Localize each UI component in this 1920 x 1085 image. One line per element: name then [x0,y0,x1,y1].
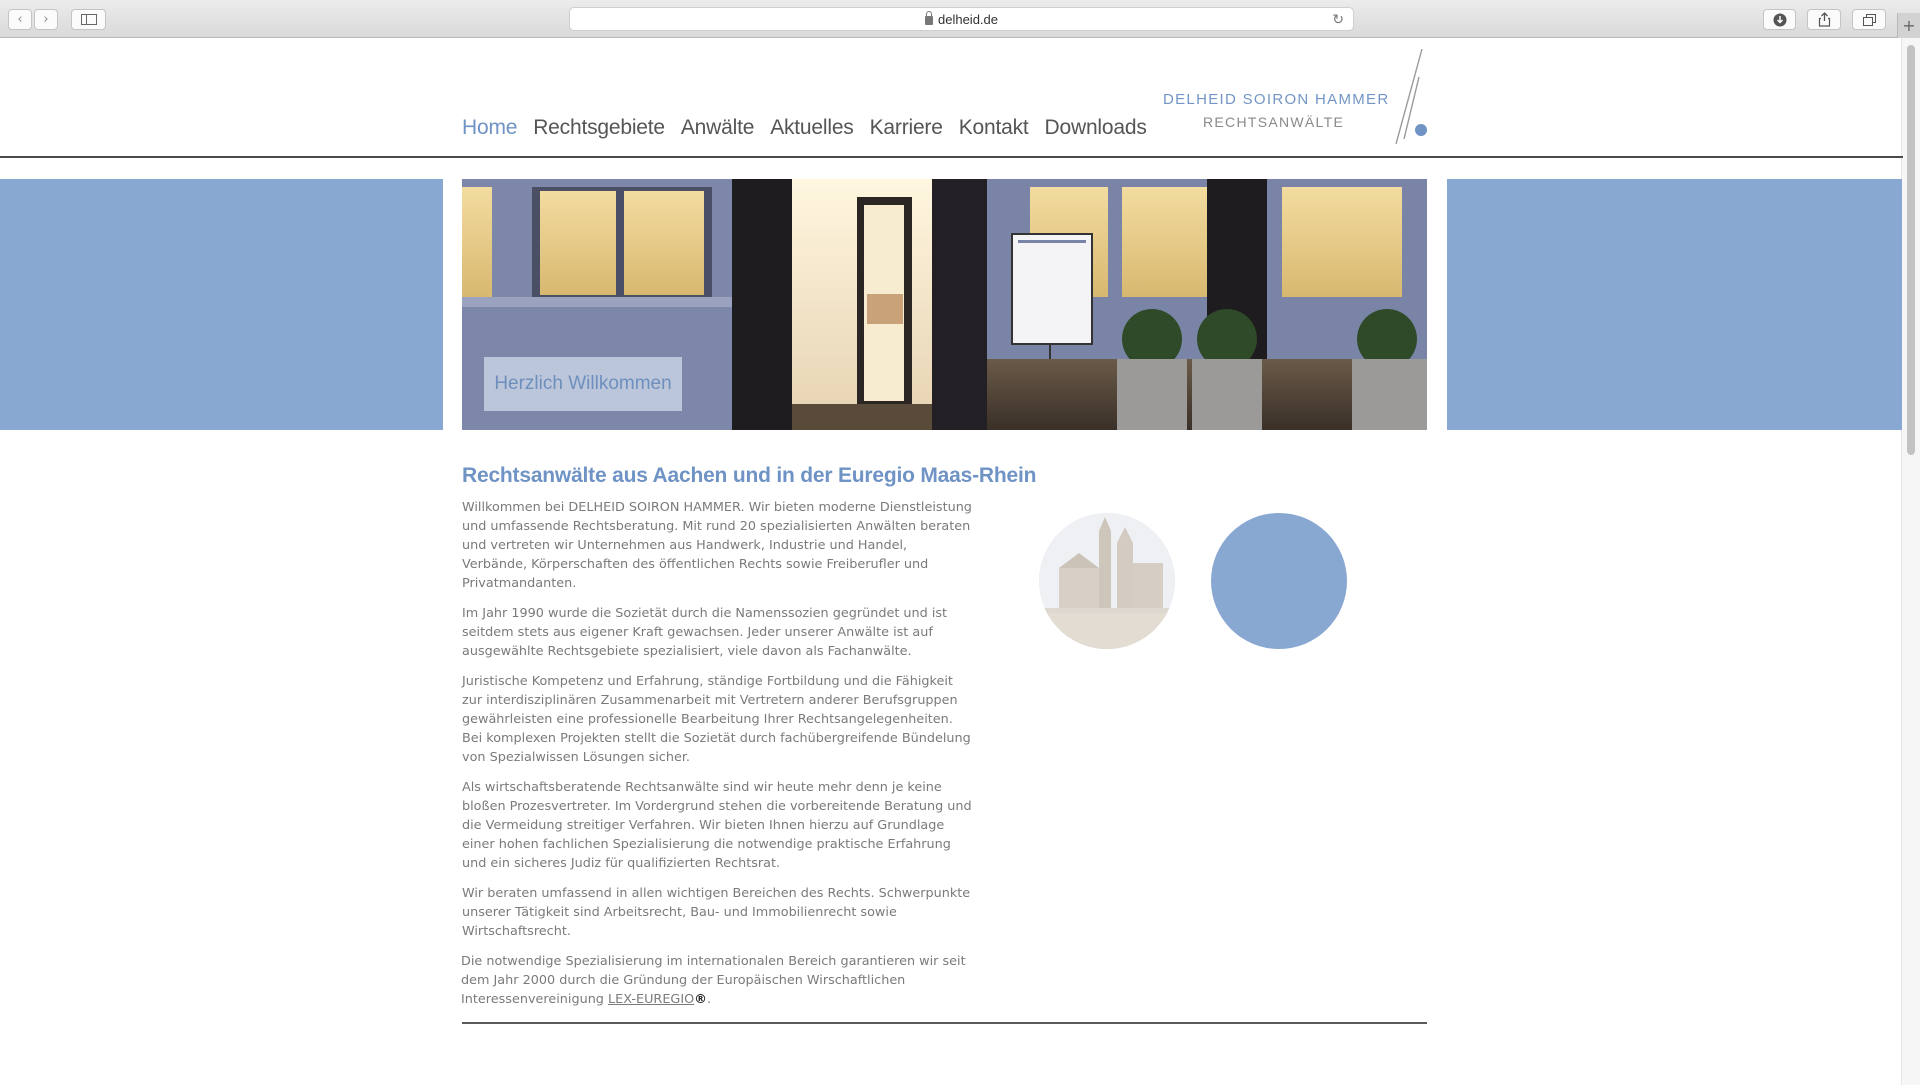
header-divider [0,156,1903,158]
nav-aktuelles[interactable]: Aktuelles [770,116,854,140]
url-text: delheid.de [938,11,998,27]
nav-downloads[interactable]: Downloads [1045,116,1147,140]
nav-karriere[interactable]: Karriere [870,116,943,140]
paragraph-2: Im Jahr 1990 wurde die Sozietät durch di… [462,606,948,659]
accent-circle[interactable] [1211,513,1347,649]
new-tab-button[interactable]: + [1897,13,1920,38]
address-bar[interactable]: delheid.de ↻ [569,7,1354,31]
lex-euregio-link[interactable]: LEX-EUREGIO [608,992,694,1007]
paragraph-5: Wir beraten umfassend in allen wichtigen… [462,886,971,939]
registered-mark: ® [694,992,707,1007]
sidebar-icon [80,14,97,25]
cathedral-photo-circle[interactable] [1039,513,1175,649]
share-button[interactable] [1807,9,1841,30]
reload-icon[interactable]: ↻ [1332,11,1344,28]
content-divider [462,1022,1427,1024]
page-headline: Rechtsanwälte aus Aachen und in der Eure… [462,464,1037,487]
browser-toolbar: ‹ › delheid.de ↻ [0,0,1920,38]
new-tab-icon: + [1902,16,1916,35]
logo-subtitle: RECHTSANWÄLTE [1203,114,1345,130]
tabs-button[interactable] [1852,9,1886,30]
paragraph-6-end: . [706,992,712,1007]
banner-band-left [0,179,443,430]
logo-slash-mark [1395,48,1427,145]
share-icon [1818,12,1830,27]
forward-icon: › [43,12,49,27]
back-icon: ‹ [17,12,23,27]
paragraph-3: Juristische Kompetenz und Erfahrung, stä… [462,674,971,765]
paragraph-1: Willkommen bei DELHEID SOIRON HAMMER. Wi… [462,500,972,591]
logo-firm-name: DELHEID SOIRON HAMMER [1163,91,1390,108]
hero-caption: Herzlich Willkommen [484,357,682,411]
forward-button[interactable]: › [34,9,58,30]
main-navigation: Home Rechtsgebiete Anwälte Aktuelles Kar… [462,116,1147,140]
nav-home[interactable]: Home [462,116,517,140]
firm-logo[interactable]: DELHEID SOIRON HAMMER RECHTSANWÄLTE [1160,47,1430,151]
banner-band-right [1447,179,1902,430]
back-button[interactable]: ‹ [8,9,32,30]
download-button[interactable] [1763,9,1796,30]
scrollbar-thumb[interactable] [1907,45,1915,455]
download-icon [1773,13,1786,26]
lock-icon [925,10,933,25]
hero-image: Herzlich Willkommen [462,179,1427,430]
tabs-icon [1862,13,1876,26]
cathedral-image [1039,513,1175,649]
paragraph-6-text: Die notwendige Spezialisierung im intern… [461,954,966,1007]
nav-rechtsgebiete[interactable]: Rechtsgebiete [533,116,665,140]
paragraph-4: Als wirtschaftsberatende Rechtsanwälte s… [462,780,972,871]
paragraph-6: Die notwendige Spezialisierung im intern… [461,952,972,1009]
nav-anwaelte[interactable]: Anwälte [681,116,755,140]
nav-kontakt[interactable]: Kontakt [959,116,1029,140]
sidebar-button[interactable] [71,9,106,30]
intro-text: Willkommen bei DELHEID SOIRON HAMMER. Wi… [461,498,972,1020]
